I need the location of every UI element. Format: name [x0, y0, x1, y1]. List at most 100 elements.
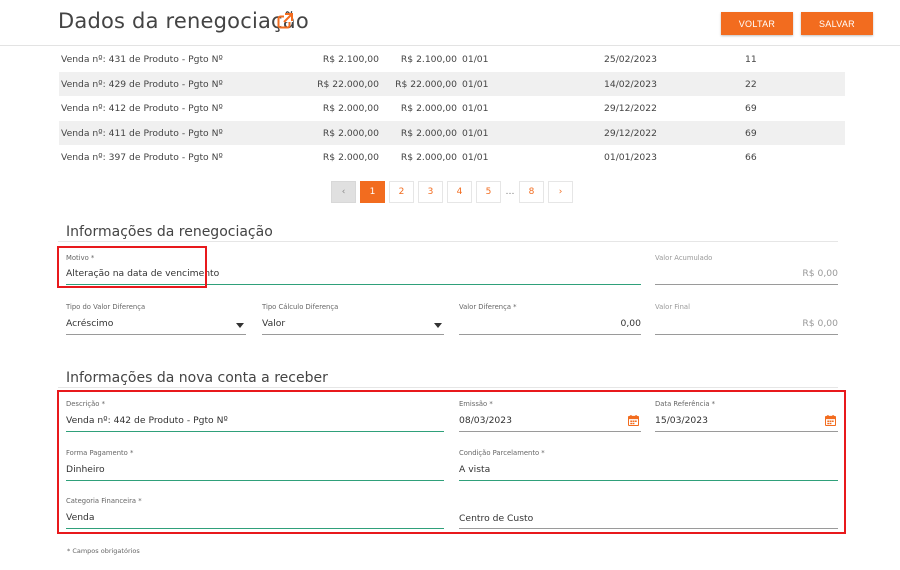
- tipo-valor-diferenca-label: Tipo do Valor Diferença: [66, 303, 146, 311]
- table-row[interactable]: Venda nº: 411 de Produto - Pgto Nº R$ 2.…: [59, 120, 845, 145]
- table-row[interactable]: Venda nº: 412 de Produto - Pgto Nº R$ 2.…: [59, 96, 845, 121]
- pagination-page-5[interactable]: 5: [476, 181, 501, 203]
- condicao-parcelamento-label: Condição Parcelamento *: [459, 449, 545, 457]
- cell-dias: 22: [745, 78, 757, 90]
- cell-parcela: 01/01: [462, 127, 489, 139]
- section-divider: [58, 241, 838, 242]
- pagination-page-1[interactable]: 1: [360, 181, 385, 203]
- cell-parcela: 01/01: [462, 103, 489, 114]
- field-underline: [66, 334, 246, 335]
- data-referencia-date-field[interactable]: Data Referência * 15/03/2023: [655, 400, 838, 432]
- forma-pagamento-field[interactable]: Forma Pagamento * Dinheiro: [66, 449, 444, 481]
- tipo-calculo-diferenca-select[interactable]: Tipo Cálculo Diferença Valor: [262, 303, 444, 335]
- forma-pagamento-value: Dinheiro: [66, 464, 105, 475]
- field-underline: [459, 480, 838, 481]
- field-underline: [262, 334, 444, 335]
- forma-pagamento-label: Forma Pagamento *: [66, 449, 134, 457]
- pagination-ellipsis: …: [505, 181, 515, 203]
- calendar-icon[interactable]: [825, 415, 836, 426]
- cell-valor: R$ 2.000,00: [322, 152, 379, 163]
- field-underline: [459, 431, 641, 432]
- categoria-financeira-label: Categoria Financeira *: [66, 497, 142, 505]
- condicao-parcelamento-value: A vista: [459, 464, 491, 475]
- field-underline: [655, 431, 838, 432]
- required-fields-note: * Campos obrigatórios: [67, 547, 140, 555]
- caret-down-icon: [236, 323, 244, 328]
- field-underline: [459, 528, 838, 529]
- cell-dias: 66: [745, 152, 757, 163]
- valor-acumulado-value: R$ 0,00: [802, 268, 838, 279]
- motivo-value: Alteração na data de vencimento: [66, 268, 220, 279]
- cell-valor-atual: R$ 22.000,00: [395, 78, 457, 90]
- data-referencia-value: 15/03/2023: [655, 415, 708, 426]
- pagination-page-4[interactable]: 4: [447, 181, 472, 203]
- field-underline: [459, 334, 641, 335]
- descricao-field[interactable]: Descrição * Venda nº: 442 de Produto - P…: [66, 400, 444, 432]
- cell-parcela: 01/01: [462, 78, 489, 90]
- pagination: ‹ 1 2 3 4 5 … 8 ›: [331, 181, 573, 203]
- motivo-label: Motivo *: [66, 254, 95, 262]
- tipo-calculo-diferenca-label: Tipo Cálculo Diferença: [262, 303, 339, 311]
- external-link-icon[interactable]: [277, 13, 293, 29]
- categoria-financeira-value: Venda: [66, 512, 95, 523]
- cell-valor: R$ 2.100,00: [322, 54, 379, 65]
- valor-final-label: Valor Final: [655, 303, 690, 311]
- cell-descricao: Venda nº: 397 de Produto - Pgto Nº: [61, 152, 223, 163]
- cell-vencimento: 29/12/2022: [604, 103, 657, 114]
- calendar-icon[interactable]: [628, 415, 639, 426]
- field-underline: [66, 431, 444, 432]
- table-row[interactable]: Venda nº: 429 de Produto - Pgto Nº R$ 22…: [59, 71, 845, 96]
- cell-valor-atual: R$ 2.100,00: [400, 54, 457, 65]
- cell-dias: 11: [745, 54, 757, 65]
- emissao-date-field[interactable]: Emissão * 08/03/2023: [459, 400, 641, 432]
- pagination-page-2[interactable]: 2: [389, 181, 414, 203]
- valor-acumulado-field: Valor Acumulado R$ 0,00: [655, 254, 838, 286]
- descricao-label: Descrição *: [66, 400, 105, 408]
- cell-valor-atual: R$ 2.000,00: [400, 152, 457, 163]
- cell-vencimento: 29/12/2022: [604, 127, 657, 139]
- descricao-value: Venda nº: 442 de Produto - Pgto Nº: [66, 415, 228, 426]
- valor-final-field: Valor Final R$ 0,00: [655, 303, 838, 335]
- cell-dias: 69: [745, 103, 757, 114]
- cell-descricao: Venda nº: 412 de Produto - Pgto Nº: [61, 103, 223, 114]
- section-divider: [58, 387, 838, 388]
- cell-vencimento: 01/01/2023: [604, 152, 657, 163]
- caret-down-icon: [434, 323, 442, 328]
- cell-vencimento: 25/02/2023: [604, 54, 657, 65]
- section-title-nova-conta: Informações da nova conta a receber: [66, 370, 328, 386]
- valor-acumulado-label: Valor Acumulado: [655, 254, 713, 262]
- valor-final-value: R$ 0,00: [802, 318, 838, 329]
- condicao-parcelamento-field[interactable]: Condição Parcelamento * A vista: [459, 449, 838, 481]
- data-referencia-label: Data Referência *: [655, 400, 716, 408]
- pagination-prev-button[interactable]: ‹: [331, 181, 356, 203]
- voltar-button[interactable]: VOLTAR: [721, 12, 793, 35]
- table-row[interactable]: Venda nº: 431 de Produto - Pgto Nº R$ 2.…: [59, 47, 845, 72]
- cell-descricao: Venda nº: 411 de Produto - Pgto Nº: [61, 127, 223, 139]
- centro-custo-field[interactable]: Centro de Custo: [459, 497, 838, 529]
- pagination-page-3[interactable]: 3: [418, 181, 443, 203]
- field-underline: [66, 284, 641, 285]
- salvar-button[interactable]: SALVAR: [801, 12, 873, 35]
- categoria-financeira-field[interactable]: Categoria Financeira * Venda: [66, 497, 444, 529]
- cell-parcela: 01/01: [462, 152, 489, 163]
- field-underline: [66, 480, 444, 481]
- emissao-label: Emissão *: [459, 400, 493, 408]
- cell-valor-atual: R$ 2.000,00: [400, 127, 457, 139]
- section-title-renegociacao: Informações da renegociação: [66, 224, 273, 240]
- valor-diferenca-field[interactable]: Valor Diferença * 0,00: [459, 303, 641, 335]
- tipo-valor-diferenca-select[interactable]: Tipo do Valor Diferença Acréscimo: [66, 303, 246, 335]
- tipo-calculo-diferenca-value: Valor: [262, 318, 286, 329]
- cell-descricao: Venda nº: 431 de Produto - Pgto Nº: [61, 54, 223, 65]
- table-row[interactable]: Venda nº: 397 de Produto - Pgto Nº R$ 2.…: [59, 145, 845, 170]
- cell-descricao: Venda nº: 429 de Produto - Pgto Nº: [61, 78, 223, 90]
- valor-diferenca-value: 0,00: [620, 318, 641, 329]
- valor-diferenca-label: Valor Diferença *: [459, 303, 517, 311]
- pagination-next-button[interactable]: ›: [548, 181, 573, 203]
- emissao-value: 08/03/2023: [459, 415, 512, 426]
- field-underline: [655, 334, 838, 335]
- centro-custo-placeholder: Centro de Custo: [459, 513, 534, 524]
- pagination-page-8[interactable]: 8: [519, 181, 544, 203]
- motivo-field[interactable]: Motivo * Alteração na data de vencimento: [66, 254, 641, 286]
- cell-dias: 69: [745, 127, 757, 139]
- field-underline: [66, 528, 444, 529]
